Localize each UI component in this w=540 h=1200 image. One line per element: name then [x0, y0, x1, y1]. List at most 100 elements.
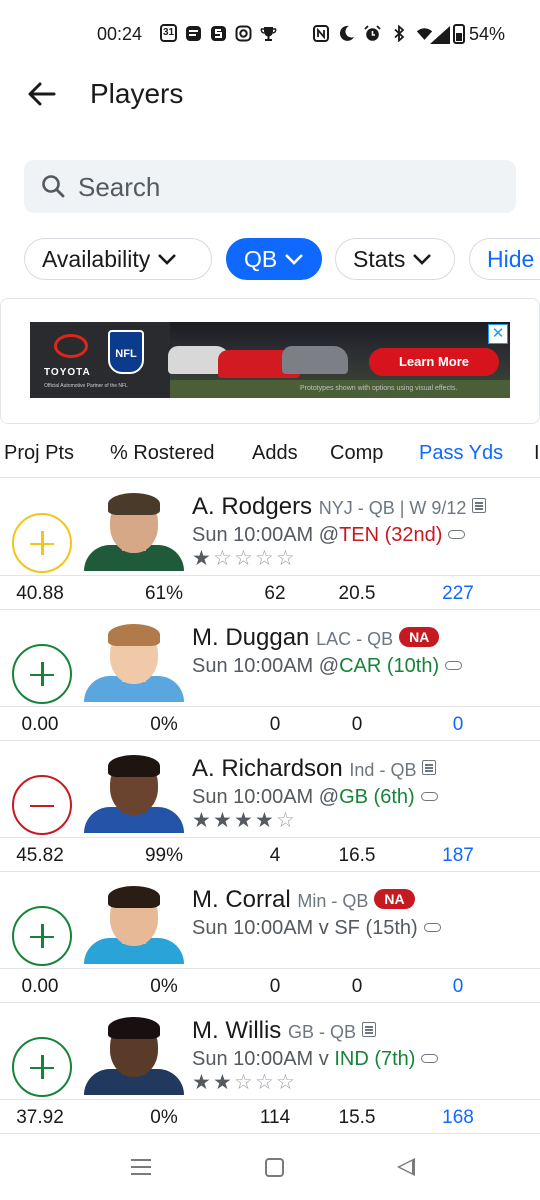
- filter-label: Hide: [487, 245, 535, 272]
- instagram-icon: [235, 24, 252, 42]
- status-bar: 00:24 31 54%: [0, 0, 540, 68]
- add-player-button[interactable]: [12, 1037, 72, 1097]
- player-name-line[interactable]: M. Willis GB - QB: [192, 1017, 376, 1045]
- player-stats: 45.82 99% 4 16.5 187: [0, 839, 540, 871]
- opponent-prefix: @: [318, 524, 340, 546]
- player-stats: 40.88 61% 62 20.5 227: [0, 577, 540, 609]
- player-team-position: Ind - QB: [349, 760, 417, 780]
- player-headshot: [78, 751, 190, 833]
- game-time: Sun 10:00AM: [192, 1048, 314, 1070]
- player-name: A. Richardson: [192, 755, 343, 782]
- filter-position[interactable]: QB: [226, 238, 322, 280]
- stat-value: 0.00: [21, 976, 59, 997]
- stat-value: 168: [442, 1107, 474, 1128]
- drop-player-button[interactable]: [12, 775, 72, 835]
- column-next[interactable]: I: [534, 442, 540, 465]
- filter-label: Stats: [353, 245, 406, 272]
- add-player-button[interactable]: [12, 906, 72, 966]
- column-rostered[interactable]: % Rostered: [110, 442, 215, 465]
- battery-icon: [453, 24, 465, 44]
- opponent-rank: SF (15th): [334, 917, 418, 939]
- stat-value: 37.92: [16, 1107, 64, 1128]
- back-icon[interactable]: [397, 1158, 415, 1176]
- player-team-position: NYJ - QB | W 9/12: [318, 498, 467, 518]
- star-icon: ☆: [276, 1071, 295, 1094]
- opponent-prefix: v: [318, 1048, 335, 1070]
- player-rating: ★ ★ ★ ★ ☆: [192, 809, 296, 832]
- star-icon: ★: [234, 809, 253, 832]
- news-note-icon[interactable]: [362, 1022, 376, 1037]
- stat-value: 227: [442, 583, 474, 604]
- signal-icon: [430, 26, 450, 44]
- player-row[interactable]: M. Willis GB - QB Sun 10:00AM v IND (7th)…: [0, 1003, 540, 1135]
- column-proj-pts[interactable]: Proj Pts: [4, 442, 74, 465]
- back-button[interactable]: [26, 78, 58, 110]
- player-row[interactable]: A. Richardson Ind - QB Sun 10:00AM @GB (6…: [0, 741, 540, 873]
- cloud-icon: [448, 530, 466, 539]
- nfc-icon: [312, 24, 329, 42]
- stat-value: 45.82: [16, 845, 64, 866]
- player-row[interactable]: A. Rodgers NYJ - QB | W 9/12 Sun 10:00AM …: [0, 479, 540, 611]
- stat-value: 0%: [150, 976, 178, 997]
- stat-value: 4: [269, 845, 281, 866]
- player-team-position: LAC - QB: [316, 629, 394, 649]
- star-icon: ☆: [234, 1071, 253, 1094]
- column-adds[interactable]: Adds: [252, 442, 298, 465]
- player-stats: 0.00 0% 0 0 0: [0, 708, 540, 740]
- player-name-line[interactable]: A. Richardson Ind - QB: [192, 755, 437, 783]
- cloud-icon: [421, 1054, 439, 1063]
- ad-learn-more-button[interactable]: Learn More: [369, 348, 499, 376]
- column-pass-yds[interactable]: Pass Yds: [419, 442, 503, 465]
- player-row[interactable]: M. Corral Min - QB NA Sun 10:00AM v SF (15…: [0, 872, 540, 1004]
- player-team-position: Min - QB: [297, 891, 369, 911]
- filter-hide[interactable]: Hide: [469, 238, 540, 280]
- stat-value: 62: [264, 583, 286, 604]
- stat-value: 16.5: [338, 845, 376, 866]
- filter-stats[interactable]: Stats: [335, 238, 455, 280]
- player-row[interactable]: M. Duggan LAC - QB NA Sun 10:00AM @CAR (10…: [0, 610, 540, 742]
- app-icon: [185, 24, 202, 42]
- status-badge: NA: [374, 889, 415, 909]
- filter-label: QB: [244, 245, 278, 272]
- news-note-icon[interactable]: [422, 760, 437, 775]
- pending-add-button[interactable]: [12, 513, 72, 573]
- news-note-icon[interactable]: [472, 498, 487, 513]
- system-icons: [312, 24, 433, 42]
- car-icon: [282, 346, 348, 374]
- player-game-info: Sun 10:00AM @CAR (10th): [192, 655, 463, 678]
- player-name-line[interactable]: M. Duggan LAC - QB NA: [192, 624, 440, 652]
- star-icon: ★: [213, 809, 232, 832]
- cloud-icon: [420, 792, 438, 801]
- filter-availability[interactable]: Availability: [24, 238, 212, 280]
- stat-value: 0%: [150, 714, 178, 735]
- column-comp[interactable]: Comp: [330, 442, 383, 465]
- add-player-button[interactable]: [12, 644, 72, 704]
- row-divider: [0, 837, 540, 838]
- player-name: M. Corral: [192, 886, 291, 913]
- bluetooth-icon: [390, 24, 407, 42]
- stat-value: 15.5: [338, 1107, 376, 1128]
- game-time: Sun 10:00AM: [192, 917, 314, 939]
- toyota-logo-icon: [54, 334, 88, 358]
- player-stats: 37.92 0% 114 15.5 168: [0, 1101, 540, 1133]
- row-divider: [0, 706, 540, 707]
- recent-apps-icon[interactable]: [131, 1159, 151, 1175]
- search-icon: [42, 175, 65, 198]
- player-headshot: [78, 620, 190, 702]
- star-icon: ☆: [234, 547, 253, 570]
- player-name-line[interactable]: A. Rodgers NYJ - QB | W 9/12: [192, 493, 487, 521]
- player-name-line[interactable]: M. Corral Min - QB NA: [192, 886, 415, 914]
- game-time: Sun 10:00AM: [192, 524, 314, 546]
- star-icon: ☆: [255, 1071, 274, 1094]
- home-icon[interactable]: [265, 1158, 284, 1177]
- opponent-rank: CAR (10th): [339, 655, 440, 677]
- opponent-rank: GB (6th): [339, 786, 415, 808]
- opponent-prefix: v: [318, 917, 335, 939]
- calendar-icon: 31: [160, 24, 177, 42]
- ad-banner[interactable]: TOYOTA Official Automotive Partner of th…: [30, 322, 510, 398]
- stat-value: 40.88: [16, 583, 64, 604]
- stat-value: 99%: [144, 845, 184, 866]
- chevron-down-icon: [158, 254, 177, 265]
- star-icon: ★: [192, 809, 211, 832]
- ad-close-icon[interactable]: ✕: [488, 324, 508, 344]
